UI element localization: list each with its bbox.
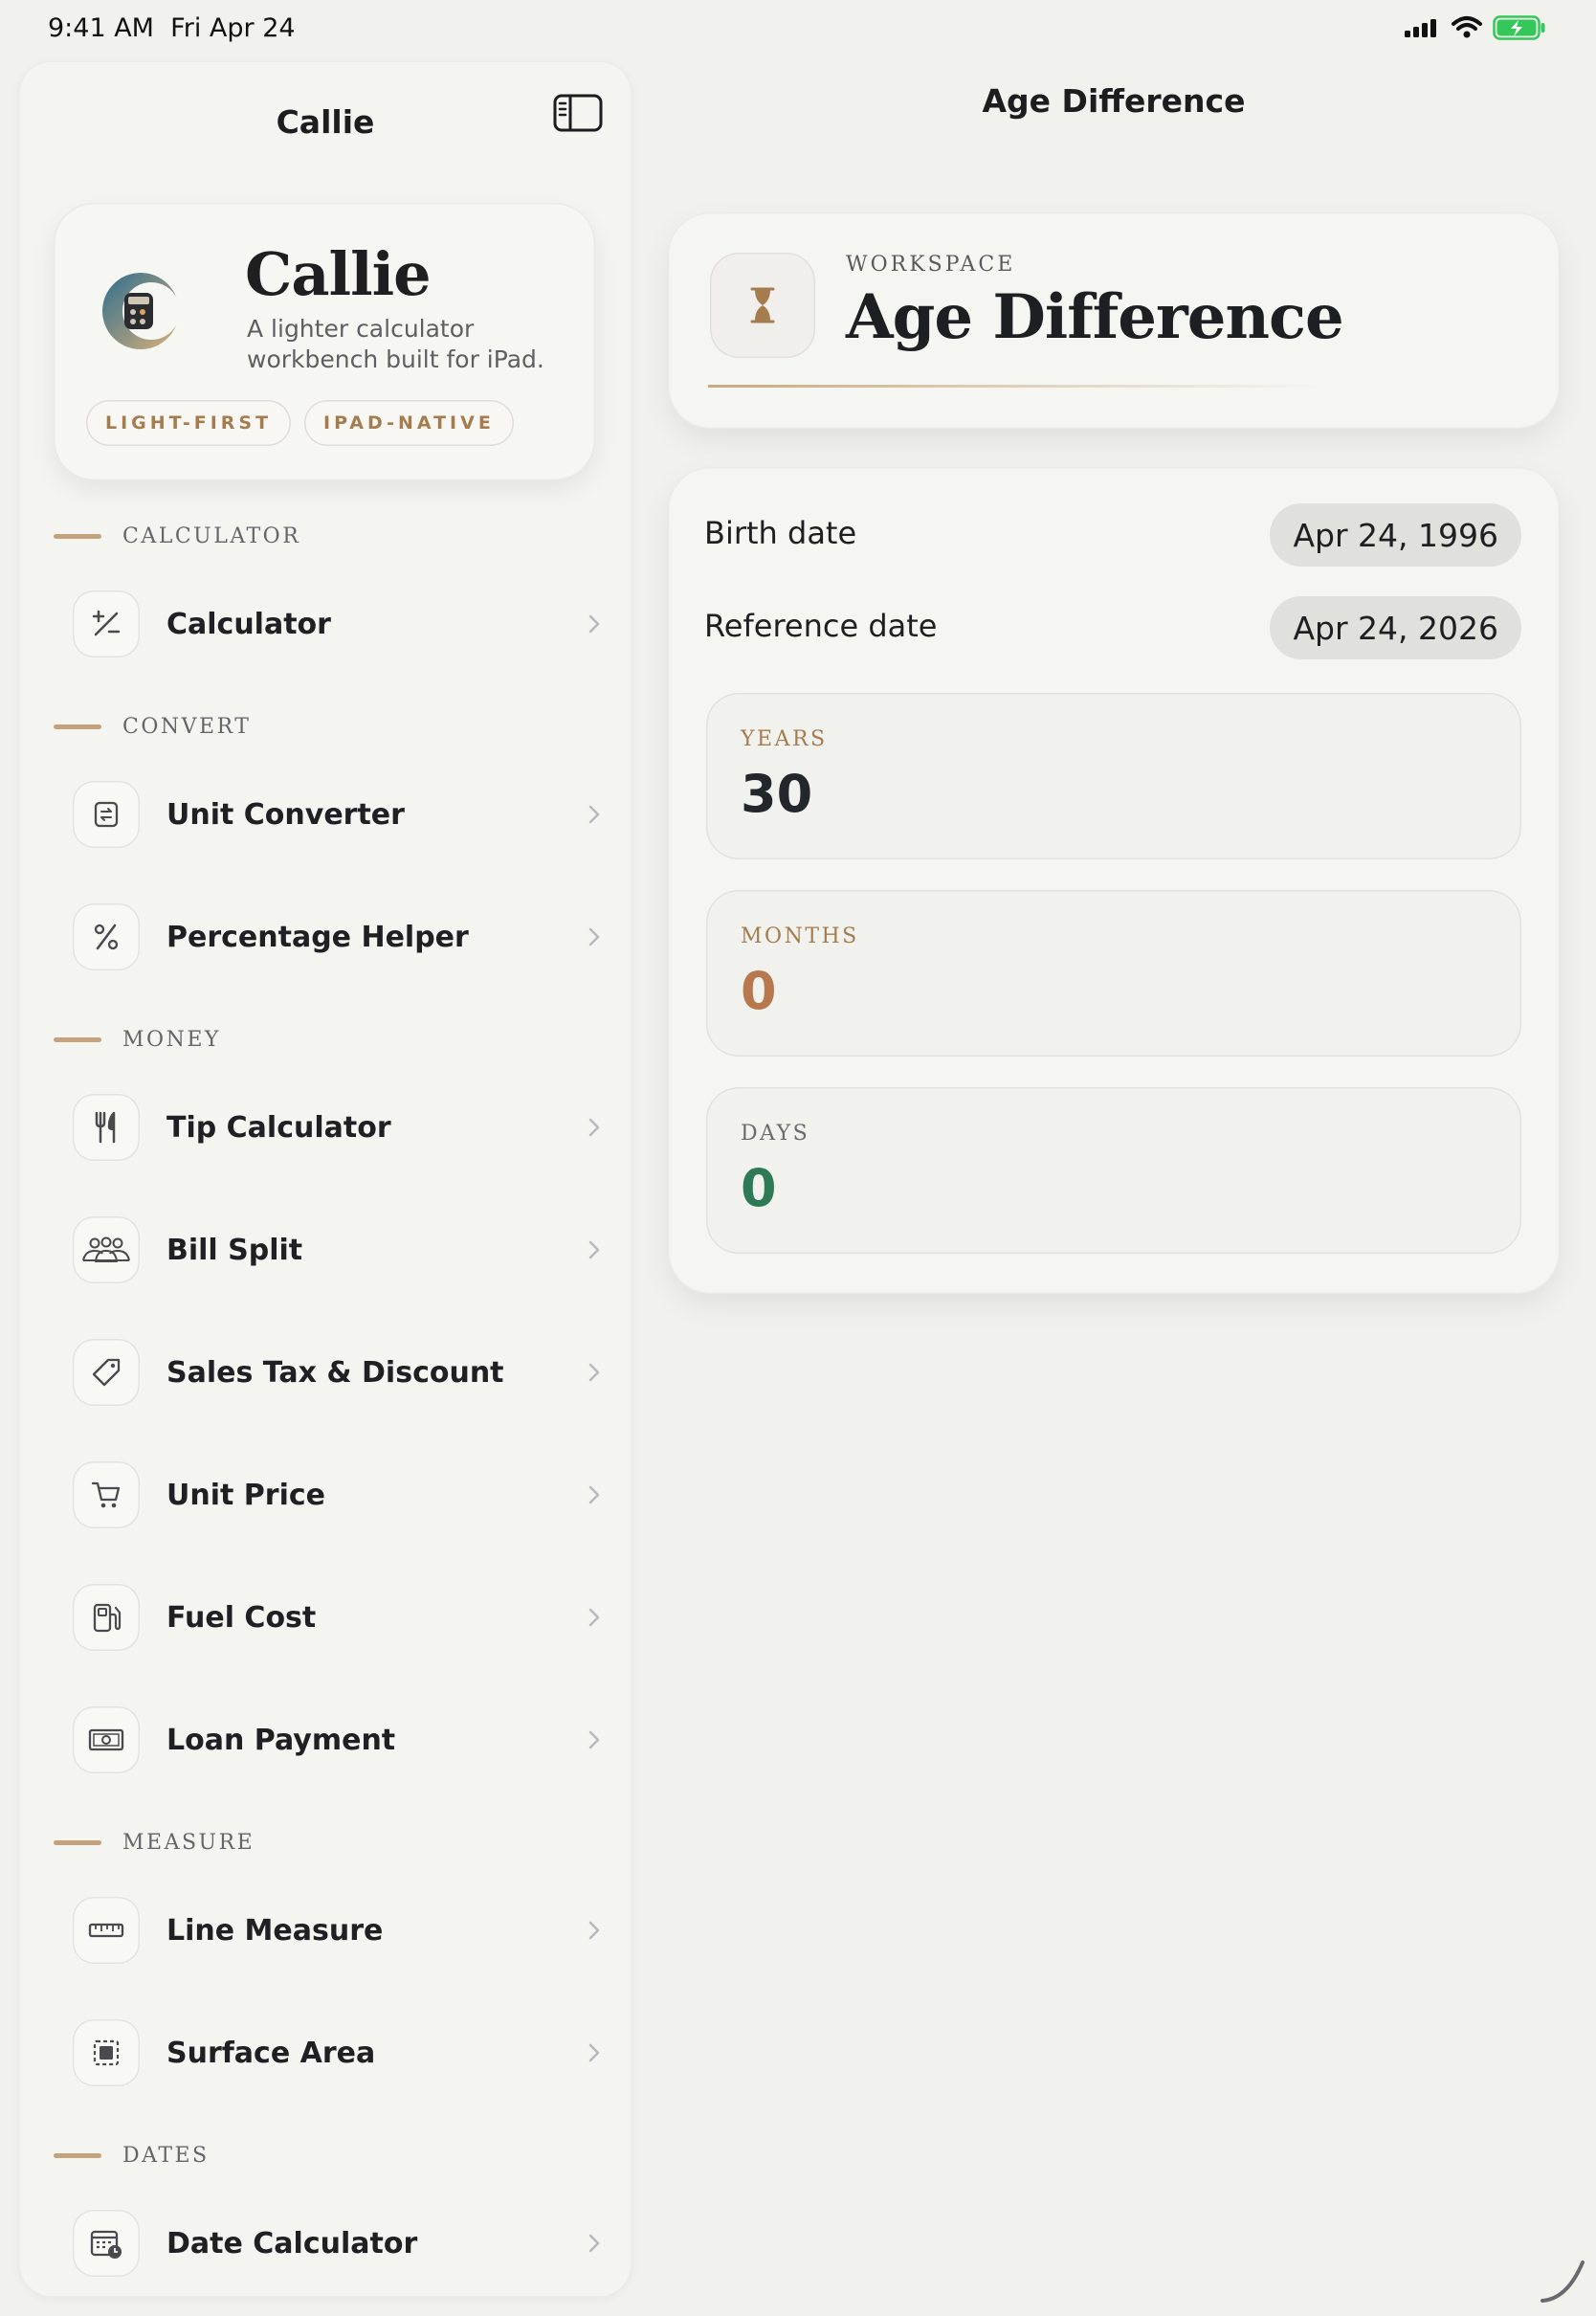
page-title: Age Difference [982, 82, 1246, 120]
hourglass-icon [710, 253, 815, 358]
sidebar-item-unit-converter[interactable]: Unit Converter [73, 771, 609, 857]
tag-light-first: LIGHT-FIRST [86, 400, 292, 446]
sidebar-item-fuel-cost[interactable]: Fuel Cost [73, 1574, 609, 1660]
chevron-right-icon [580, 1362, 609, 1383]
sidebar-item-calculator[interactable]: Calculator [73, 581, 609, 667]
chevron-right-icon [580, 2042, 609, 2063]
months-label: MONTHS [741, 924, 859, 948]
workspace-header-card: WORKSPACE Age Difference [668, 212, 1560, 429]
section-header-calculator: CALCULATOR [54, 524, 300, 548]
sidebar-item-loan-payment[interactable]: Loan Payment [73, 1697, 609, 1783]
birth-date-picker[interactable]: Apr 24, 1996 [1270, 503, 1521, 567]
sidebar-item-sales-tax-discount[interactable]: Sales Tax & Discount [73, 1329, 609, 1415]
resize-corner-icon [1541, 2260, 1585, 2303]
cellular-signal-icon [1405, 19, 1436, 37]
reference-date-picker[interactable]: Apr 24, 2026 [1270, 596, 1521, 659]
reference-date-label: Reference date [704, 608, 938, 644]
sidebar-toggle-button[interactable] [547, 82, 609, 144]
ruler-icon [73, 1897, 140, 1964]
battery-charging-icon [1493, 15, 1545, 40]
tag-ipad-native: IPAD-NATIVE [304, 400, 514, 446]
years-label: YEARS [741, 727, 828, 751]
section-header-measure: MEASURE [54, 1831, 255, 1855]
app-description: A lighter calculator workbench built for… [247, 315, 544, 373]
days-stat: DAYS 0 [706, 1087, 1521, 1254]
sidebar-title: Callie [276, 103, 375, 141]
sidebar-item-surface-area[interactable]: Surface Area [73, 2010, 609, 2096]
sidebar-item-tip-calculator[interactable]: Tip Calculator [73, 1084, 609, 1170]
chevron-right-icon [580, 1920, 609, 1941]
area-icon [73, 2019, 140, 2086]
birth-date-label: Birth date [704, 515, 857, 551]
banknote-icon [73, 1706, 140, 1773]
workspace-title: Age Difference [846, 281, 1344, 353]
chevron-right-icon [580, 1729, 609, 1750]
chevron-right-icon [580, 1607, 609, 1628]
workspace-kicker: WORKSPACE [846, 253, 1016, 277]
wifi-icon [1452, 16, 1482, 38]
percent-icon [73, 903, 140, 970]
chevron-right-icon [580, 1117, 609, 1138]
sidebar-item-line-measure[interactable]: Line Measure [73, 1887, 609, 1973]
days-value: 0 [741, 1158, 777, 1218]
section-header-dates: DATES [54, 2144, 210, 2168]
years-value: 30 [741, 764, 813, 824]
years-stat: YEARS 30 [706, 693, 1521, 859]
sidebar-toggle-icon [553, 94, 603, 132]
chevron-right-icon [580, 613, 609, 635]
tag-icon [73, 1339, 140, 1406]
age-difference-card: Birth date Apr 24, 1996 Reference date A… [668, 467, 1560, 1294]
months-value: 0 [741, 961, 777, 1021]
sidebar-item-date-calculator[interactable]: Date Calculator [73, 2200, 609, 2286]
sidebar: Callie Callie A lighter calculator workb… [19, 61, 632, 2297]
chevron-right-icon [580, 1239, 609, 1260]
status-indicators [1403, 15, 1546, 40]
section-header-convert: CONVERT [54, 715, 251, 739]
sidebar-item-percentage-helper[interactable]: Percentage Helper [73, 894, 609, 980]
app-logo-icon [102, 273, 180, 349]
plus-minus-icon [73, 590, 140, 657]
cart-icon [73, 1461, 140, 1528]
chevron-right-icon [580, 804, 609, 825]
convert-icon [73, 781, 140, 848]
fuel-pump-icon [73, 1584, 140, 1651]
app-hero-card: Callie A lighter calculator workbench bu… [54, 203, 595, 480]
chevron-right-icon [580, 926, 609, 947]
workspace-underline [708, 385, 1320, 388]
months-stat: MONTHS 0 [706, 890, 1521, 1057]
fork-knife-icon [73, 1094, 140, 1161]
chevron-right-icon [580, 1484, 609, 1505]
status-time: 9:41 AM Fri Apr 24 [48, 13, 296, 43]
calendar-clock-icon [73, 2210, 140, 2277]
app-name: Callie [245, 239, 432, 309]
section-header-money: MONEY [54, 1028, 221, 1052]
sidebar-item-unit-price[interactable]: Unit Price [73, 1452, 609, 1538]
days-label: DAYS [741, 1122, 810, 1146]
sidebar-item-bill-split[interactable]: Bill Split [73, 1207, 609, 1293]
people-icon [73, 1216, 140, 1283]
chevron-right-icon [580, 2233, 609, 2254]
